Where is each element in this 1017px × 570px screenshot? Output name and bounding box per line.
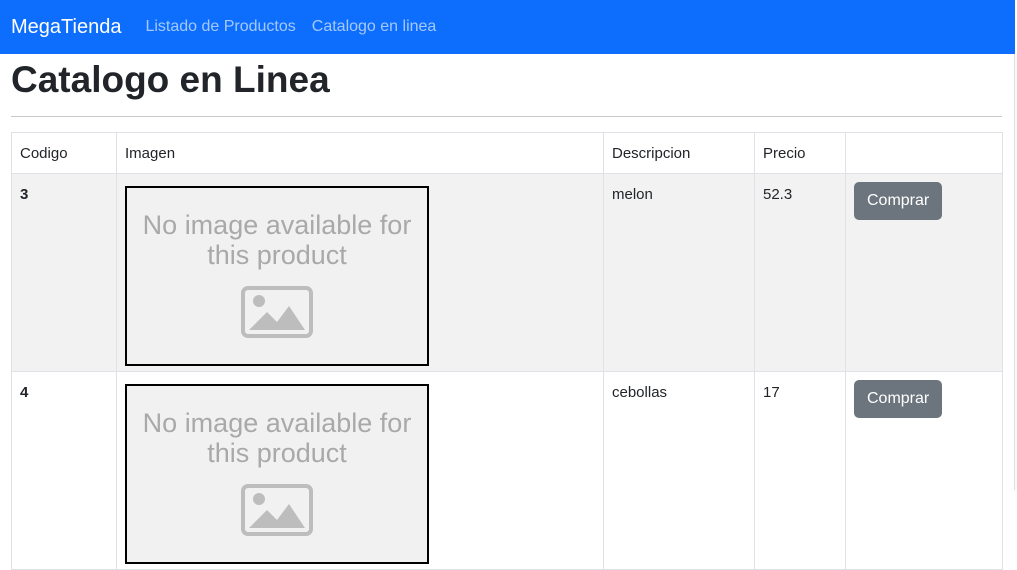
product-actions: Comprar (845, 173, 1003, 372)
product-code: 4 (11, 371, 117, 570)
product-image-cell: No image available for this product (116, 173, 604, 372)
product-price: 52.3 (754, 173, 846, 372)
no-image-text: No image available for this product (142, 210, 412, 270)
table-row: 3 No image available for this product me… (11, 173, 1003, 372)
table-header-row: Codigo Imagen Descripcion Precio (11, 132, 1003, 174)
buy-button[interactable]: Comprar (854, 380, 943, 418)
no-image-text: No image available for this product (142, 408, 412, 468)
product-description: cebollas (603, 371, 755, 570)
buy-button[interactable]: Comprar (854, 182, 943, 220)
product-image: No image available for this product (125, 186, 429, 366)
image-placeholder-icon (241, 286, 313, 338)
column-header-actions (845, 132, 1003, 174)
divider (11, 116, 1002, 117)
page-title: Catalogo en Linea (11, 59, 330, 100)
table-row: 4 No image available for this product ce… (11, 371, 1003, 570)
image-placeholder-icon (241, 484, 313, 536)
product-image-cell: No image available for this product (116, 371, 604, 570)
product-image: No image available for this product (125, 384, 429, 564)
catalog-table: Codigo Imagen Descripcion Precio 3 No im… (11, 132, 1003, 570)
column-header-descripcion: Descripcion (603, 132, 755, 174)
nav-link-catalogo-en-linea[interactable]: Catalogo en linea (312, 18, 437, 36)
column-header-precio: Precio (754, 132, 846, 174)
product-actions: Comprar (845, 371, 1003, 570)
product-price: 17 (754, 371, 846, 570)
product-description: melon (603, 173, 755, 372)
column-header-imagen: Imagen (116, 132, 604, 174)
nav-link-listado-productos[interactable]: Listado de Productos (145, 18, 295, 36)
column-header-codigo: Codigo (11, 132, 117, 174)
product-code: 3 (11, 173, 117, 372)
navbar: MegaTienda Listado de Productos Catalogo… (0, 0, 1015, 54)
brand-link[interactable]: MegaTienda (11, 16, 121, 39)
